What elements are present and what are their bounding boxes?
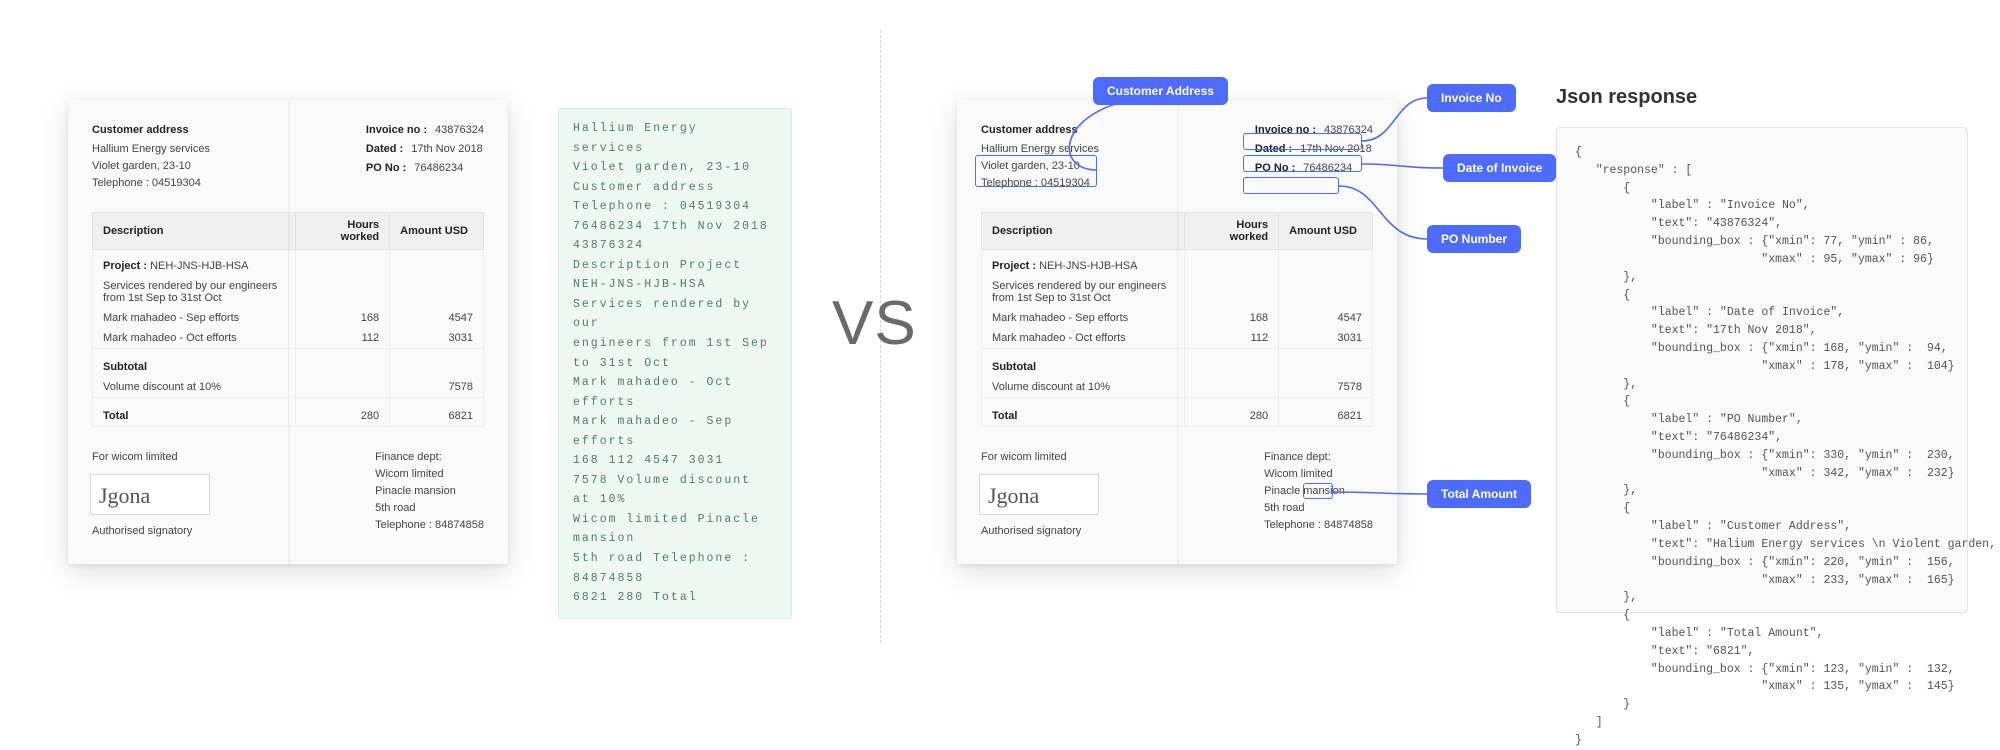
customer-address-label: Customer address: [92, 122, 210, 139]
subtotal-label: Subtotal: [982, 357, 1185, 377]
total-hours: 280: [296, 406, 390, 427]
signature: Jgona: [979, 474, 1099, 515]
customer-line: Telephone : 04519304: [92, 175, 210, 192]
po-no-label: PO No :: [1255, 160, 1295, 177]
finance-block: Finance dept: Wicom limited Pinacle mans…: [1264, 449, 1373, 540]
line-hours: 168: [296, 308, 390, 328]
tag-total-amount: Total Amount: [1427, 480, 1531, 508]
auth-label: Authorised signatory: [981, 523, 1099, 540]
line-amount: 4547: [390, 308, 484, 328]
line-desc: Mark mahadeo - Sep efforts: [93, 308, 296, 328]
project-code: NEH-JNS-HJB-HSA: [150, 260, 248, 272]
customer-line: Telephone : 04519304: [981, 175, 1099, 192]
total-amount: 6821: [390, 406, 484, 427]
customer-address-block: Customer address Hallium Energy services…: [981, 122, 1099, 192]
service-desc: Services rendered by our engineers from …: [982, 276, 1185, 308]
ocr-output-panel: Hallium Energy services Violet garden, 2…: [558, 108, 792, 619]
invoice-no-label: Invoice no :: [366, 122, 427, 139]
subtotal-label: Subtotal: [93, 357, 296, 377]
line-hours: 112: [296, 328, 390, 349]
json-title: Json response: [1556, 86, 1968, 109]
tag-invoice-no: Invoice No: [1427, 84, 1516, 112]
finance-line: 5th road: [1264, 500, 1373, 517]
project-label: Project :: [103, 260, 147, 272]
customer-line: Hallium Energy services: [92, 141, 210, 158]
total-hours: 280: [1185, 406, 1279, 427]
finance-line: Wicom limited: [1264, 466, 1373, 483]
discount-label: Volume discount at 10%: [93, 377, 296, 398]
dated-value: 17th Nov 2018: [1300, 141, 1372, 158]
finance-block: Finance dept: Wicom limited Pinacle mans…: [375, 449, 484, 540]
finance-label: Finance dept:: [1264, 449, 1373, 466]
line-amount: 4547: [1279, 308, 1373, 328]
invoice-no-value: 43876324: [1324, 122, 1373, 139]
customer-address-label: Customer address: [981, 122, 1099, 139]
customer-address-block: Customer address Hallium Energy services…: [92, 122, 210, 192]
tag-customer-address: Customer Address: [1093, 77, 1228, 105]
po-no-value: 76486234: [414, 160, 463, 177]
tag-date-of-invoice: Date of Invoice: [1443, 154, 1556, 182]
dated-label: Dated :: [1255, 141, 1292, 158]
invoice-left: Customer address Hallium Energy services…: [68, 100, 508, 564]
invoice-right: Customer address Hallium Energy services…: [957, 100, 1397, 564]
finance-line: Pinacle mansion: [375, 483, 484, 500]
signatory-block: For wicom limited Jgona Authorised signa…: [981, 449, 1099, 540]
customer-line: Violet garden, 23-10: [981, 158, 1099, 175]
discount-label: Volume discount at 10%: [982, 377, 1185, 398]
line-hours: 112: [1185, 328, 1279, 349]
col-description: Description: [982, 213, 1185, 250]
customer-line: Violet garden, 23-10: [92, 158, 210, 175]
col-amount: Amount USD: [390, 213, 484, 250]
finance-line: Telephone : 84874858: [1264, 517, 1373, 534]
finance-line: Telephone : 84874858: [375, 517, 484, 534]
json-response: Json response { "response" : [ { "label"…: [1556, 86, 1968, 613]
col-amount: Amount USD: [1279, 213, 1373, 250]
dated-value: 17th Nov 2018: [411, 141, 483, 158]
po-no-label: PO No :: [366, 160, 406, 177]
discount-amount: 7578: [1279, 377, 1373, 398]
json-body: { "response" : [ { "label" : "Invoice No…: [1556, 127, 1968, 613]
signature: Jgona: [90, 474, 210, 515]
invoice-meta-block: Invoice no : 43876324 Dated : 17th Nov 201…: [1255, 122, 1373, 192]
for-label: For wicom limited: [92, 449, 210, 466]
vs-label: VS: [832, 288, 917, 359]
line-amount: 3031: [1279, 328, 1373, 349]
po-no-value: 76486234: [1303, 160, 1352, 177]
tag-po-number: PO Number: [1427, 225, 1521, 253]
customer-line: Hallium Energy services: [981, 141, 1099, 158]
line-desc: Mark mahadeo - Oct efforts: [93, 328, 296, 349]
finance-line: Pinacle mansion: [1264, 483, 1373, 500]
col-hours: Hours worked: [296, 213, 390, 250]
finance-label: Finance dept:: [375, 449, 484, 466]
line-hours: 168: [1185, 308, 1279, 328]
invoice-no-value: 43876324: [435, 122, 484, 139]
finance-line: Wicom limited: [375, 466, 484, 483]
invoice-table: Description Hours worked Amount USD Proj…: [981, 212, 1373, 427]
line-amount: 3031: [390, 328, 484, 349]
total-label: Total: [982, 406, 1185, 427]
line-desc: Mark mahadeo - Oct efforts: [982, 328, 1185, 349]
total-label: Total: [93, 406, 296, 427]
col-hours: Hours worked: [1185, 213, 1279, 250]
dated-label: Dated :: [366, 141, 403, 158]
service-desc: Services rendered by our engineers from …: [93, 276, 296, 308]
invoice-meta-block: Invoice no : 43876324 Dated : 17th Nov 201…: [366, 122, 484, 192]
col-description: Description: [93, 213, 296, 250]
invoice-no-label: Invoice no :: [1255, 122, 1316, 139]
invoice-table: Description Hours worked Amount USD Proj…: [92, 212, 484, 427]
discount-amount: 7578: [390, 377, 484, 398]
total-amount: 6821: [1279, 406, 1373, 427]
line-desc: Mark mahadeo - Sep efforts: [982, 308, 1185, 328]
auth-label: Authorised signatory: [92, 523, 210, 540]
for-label: For wicom limited: [981, 449, 1099, 466]
project-label: Project :: [992, 260, 1036, 272]
project-code: NEH-JNS-HJB-HSA: [1039, 260, 1137, 272]
finance-line: 5th road: [375, 500, 484, 517]
signatory-block: For wicom limited Jgona Authorised signa…: [92, 449, 210, 540]
